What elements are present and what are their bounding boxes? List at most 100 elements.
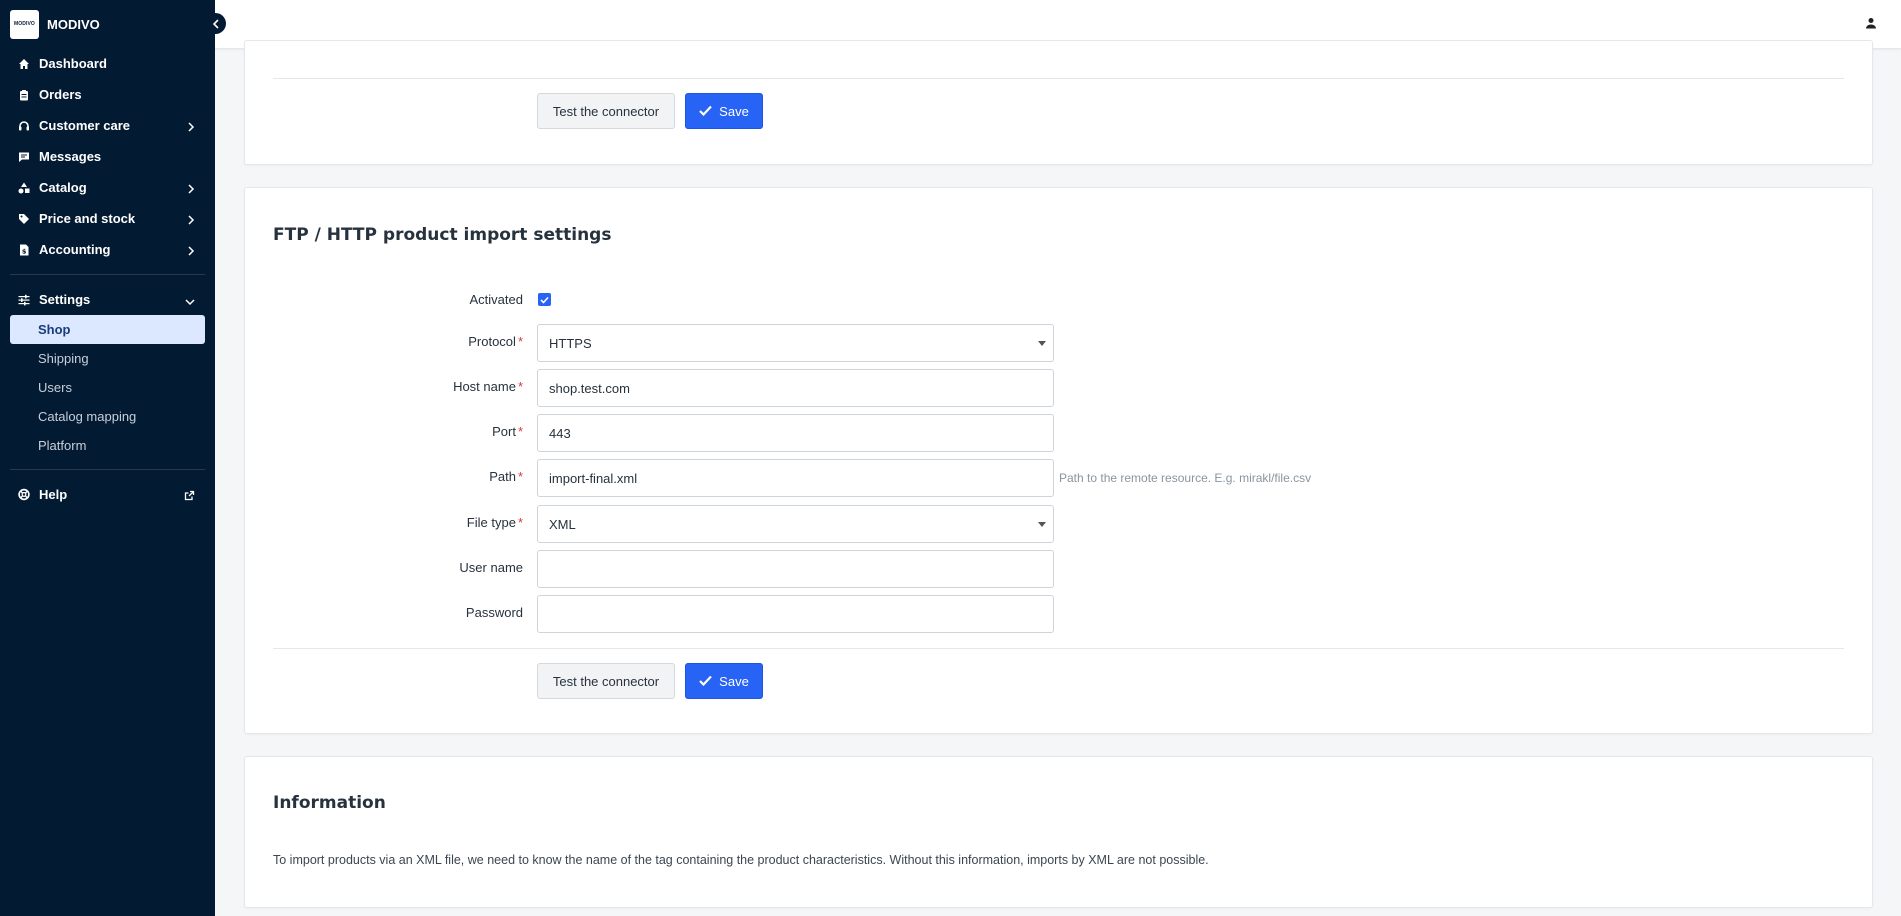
nav-label: Messages <box>39 149 102 164</box>
nav-label: Orders <box>39 87 82 102</box>
user-name-label: User name <box>323 560 523 575</box>
sidebar-collapse-button[interactable] <box>205 13 226 34</box>
clipboard-icon <box>18 89 30 101</box>
form-divider <box>273 78 1844 79</box>
nav-item-catalog[interactable]: Catalog <box>0 172 215 203</box>
chevron-right-icon <box>187 213 195 228</box>
port-label: Port * <box>323 424 523 439</box>
required-mark: * <box>517 379 523 394</box>
chevron-down-icon <box>185 294 195 309</box>
label-text: Path <box>489 469 516 484</box>
save-label: Save <box>719 673 749 689</box>
message-icon <box>18 151 30 163</box>
user-name-field[interactable] <box>537 550 1054 588</box>
nav-item-accounting[interactable]: $ Accounting <box>0 234 215 265</box>
information-text: To import products via an XML file, we n… <box>273 853 1209 867</box>
sidebar-item-users[interactable]: Users <box>10 373 205 402</box>
nav-label: Dashboard <box>39 56 107 71</box>
main-nav: Dashboard Orders Customer care Messages <box>0 48 215 265</box>
password-input[interactable] <box>549 596 1053 632</box>
home-icon <box>18 58 30 70</box>
protocol-select[interactable]: HTTPS <box>537 324 1054 362</box>
import-settings-card: FTP / HTTP product import settings Activ… <box>244 187 1873 734</box>
nav-label: Help <box>39 487 68 502</box>
test-connector-button[interactable]: Test the connector <box>537 663 675 699</box>
label-text: Activated <box>469 292 523 307</box>
sidebar-item-platform[interactable]: Platform <box>10 431 205 460</box>
brand-logo: MODIVO <box>10 9 39 39</box>
brand[interactable]: MODIVO MODIVO <box>0 0 215 48</box>
nav-label: Customer care <box>39 118 131 133</box>
sidebar-item-shop[interactable]: Shop <box>10 315 205 344</box>
sidebar: MODIVO MODIVO Dashboard Orders Customer … <box>0 0 215 916</box>
headset-icon <box>18 120 30 132</box>
activated-checkbox[interactable] <box>538 293 551 306</box>
host-name-input[interactable] <box>549 370 1053 406</box>
svg-text:$: $ <box>22 247 27 255</box>
nav-label: Settings <box>39 292 91 307</box>
save-label: Save <box>719 103 749 119</box>
required-mark: * <box>517 424 523 439</box>
external-link-icon <box>184 489 195 504</box>
host-name-field[interactable] <box>537 369 1054 407</box>
label-text: User name <box>459 560 523 575</box>
chevron-right-icon <box>187 244 195 259</box>
sliders-icon <box>18 294 30 306</box>
port-field[interactable] <box>537 414 1054 452</box>
password-label: Password <box>323 605 523 620</box>
check-icon <box>699 104 712 119</box>
file-type-label: File type * <box>323 515 523 530</box>
nav-label: Price and stock <box>39 211 136 226</box>
invoice-icon: $ <box>18 244 30 256</box>
sidebar-item-shipping[interactable]: Shipping <box>10 344 205 373</box>
chevron-right-icon <box>187 120 195 135</box>
required-mark: * <box>517 334 523 349</box>
user-icon[interactable] <box>1865 16 1881 32</box>
path-input[interactable] <box>549 460 1053 496</box>
nav-item-orders[interactable]: Orders <box>0 79 215 110</box>
label-text: Protocol <box>468 334 516 349</box>
label-text: File type <box>466 515 516 530</box>
path-field[interactable] <box>537 459 1054 497</box>
settings-nav: Settings Shop Shipping Users Catalog map… <box>0 284 215 460</box>
save-button[interactable]: Save <box>685 93 763 129</box>
selected-value: HTTPS <box>549 335 592 351</box>
password-field[interactable] <box>537 595 1054 633</box>
nav-item-price-stock[interactable]: Price and stock <box>0 203 215 234</box>
required-mark: * <box>517 515 523 530</box>
form-divider <box>273 648 1844 649</box>
nav-label: Accounting <box>39 242 111 257</box>
caret-down-icon <box>1038 341 1046 346</box>
shapes-icon <box>18 182 30 194</box>
help-nav: Help <box>0 479 215 510</box>
card-title: FTP / HTTP product import settings <box>273 225 612 245</box>
nav-divider <box>10 469 205 470</box>
card-title: Information <box>273 793 386 813</box>
nav-item-settings[interactable]: Settings <box>0 284 215 315</box>
caret-down-icon <box>1038 522 1046 527</box>
protocol-label: Protocol * <box>323 334 523 349</box>
lifebuoy-icon <box>18 488 30 501</box>
nav-item-dashboard[interactable]: Dashboard <box>0 48 215 79</box>
tag-icon <box>18 213 30 225</box>
path-label: Path * <box>323 469 523 484</box>
nav-item-help[interactable]: Help <box>0 479 215 510</box>
port-input[interactable] <box>549 415 1053 451</box>
chevron-left-icon <box>212 18 220 29</box>
required-mark: * <box>517 469 523 484</box>
previous-settings-card: Test the connector Save <box>244 40 1873 165</box>
sidebar-item-catalog-mapping[interactable]: Catalog mapping <box>10 402 205 431</box>
nav-label: Catalog <box>39 180 87 195</box>
activated-label: Activated <box>323 292 523 307</box>
user-name-input[interactable] <box>549 551 1053 587</box>
information-card: Information To import products via an XM… <box>244 756 1873 908</box>
save-button[interactable]: Save <box>685 663 763 699</box>
file-type-select[interactable]: XML <box>537 505 1054 543</box>
chevron-right-icon <box>187 182 195 197</box>
brand-name: MODIVO <box>47 16 100 32</box>
nav-item-customer-care[interactable]: Customer care <box>0 110 215 141</box>
test-connector-button[interactable]: Test the connector <box>537 93 675 129</box>
nav-item-messages[interactable]: Messages <box>0 141 215 172</box>
selected-value: XML <box>549 516 576 532</box>
check-icon <box>699 674 712 689</box>
